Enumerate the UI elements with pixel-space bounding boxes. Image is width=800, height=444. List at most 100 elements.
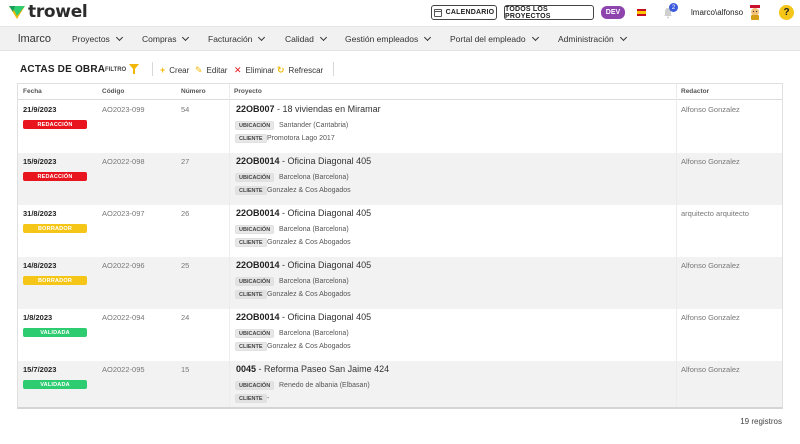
cell-proyecto-title: 22OB0014 - Oficina Diagonal 405 — [236, 208, 371, 218]
project-name: - Oficina Diagonal 405 — [279, 260, 372, 270]
table-row[interactable]: 15/9/2023 REDACCIÓN AO2022-098 27 22OB0014 -… — [18, 153, 782, 205]
table-row[interactable]: 21/9/2023 REDACCIÓN AO2023-099 54 22OB007 - … — [18, 101, 782, 153]
all-projects-button[interactable]: TODOS LOS PROYECTOS — [504, 5, 594, 20]
page-title: ACTAS DE OBRA — [20, 64, 106, 75]
toolbar-divider — [333, 62, 334, 76]
header-codigo[interactable]: Código — [102, 88, 124, 95]
cell-proyecto-title: 22OB0014 - Oficina Diagonal 405 — [236, 260, 371, 270]
nav-label: Proyectos — [72, 34, 110, 44]
ubicacion-tag: UBICACIÓN — [235, 329, 275, 338]
filter-label[interactable]: FILTRO — [105, 67, 126, 73]
table-header: Fecha Código Número Proyecto Redactor — [18, 84, 782, 100]
nav-label: Gestión empleados — [345, 34, 419, 44]
ubicacion-value: Barcelona (Barcelona) — [279, 226, 349, 233]
status-badge: VALIDADA — [23, 380, 87, 389]
cliente-tag: CLIENTE — [235, 186, 267, 195]
cell-fecha: 15/7/2023 — [23, 365, 57, 374]
create-button[interactable]: + Crear — [160, 65, 189, 75]
nav-brand[interactable]: lmarco — [18, 33, 51, 45]
refresh-icon: ↻ — [277, 65, 285, 75]
cliente-value: Gonzalez & Cos Abogados — [267, 291, 351, 298]
env-badge: DEV — [601, 6, 625, 19]
refresh-button[interactable]: ↻ Refrescar — [277, 65, 323, 76]
nav-item-calidad[interactable]: Calidad — [285, 33, 327, 44]
project-name: - Oficina Diagonal 405 — [279, 156, 372, 166]
status-badge: REDACCIÓN — [23, 172, 87, 181]
refresh-label: Refrescar — [288, 66, 324, 75]
cliente-value: Promotora Lago 2017 — [267, 135, 335, 142]
avatar[interactable] — [748, 4, 762, 21]
ubicacion-tag: UBICACIÓN — [235, 121, 275, 130]
table-row[interactable]: 1/8/2023 VALIDADA AO2022-094 24 22OB0014 - O… — [18, 309, 782, 361]
header-fecha[interactable]: Fecha — [23, 88, 42, 95]
top-bar: trowel CALENDARIO TODOS LOS PROYECTOS DE… — [0, 0, 800, 26]
actas-table: Fecha Código Número Proyecto Redactor 21… — [17, 83, 783, 409]
cell-redactor: arquitecto arquitecto — [681, 209, 749, 218]
edit-button[interactable]: ✎ Editar — [195, 65, 227, 76]
nav-item-administracion[interactable]: Administración — [558, 33, 627, 44]
cliente-tag: CLIENTE — [235, 290, 267, 299]
header-proyecto[interactable]: Proyecto — [234, 88, 262, 95]
cell-codigo: AO2023-097 — [102, 209, 145, 218]
cliente-value: Gonzalez & Cos Abogados — [267, 239, 351, 246]
table-row[interactable]: 14/8/2023 BORRADOR AO2022-096 25 22OB0014 - … — [18, 257, 782, 309]
nav-item-compras[interactable]: Compras — [142, 33, 190, 44]
ubicacion-value: Santander (Cantabria) — [279, 122, 349, 129]
table-row[interactable]: 15/7/2023 VALIDADA AO2022-095 15 0045 - Refo… — [18, 361, 782, 407]
project-name: - 18 viviendas en Miramar — [274, 104, 381, 114]
nav-item-gestion-empleados[interactable]: Gestión empleados — [345, 33, 432, 44]
nav-item-proyectos[interactable]: Proyectos — [72, 33, 123, 44]
nav-label: Facturación — [208, 34, 253, 44]
username[interactable]: lmarco\alfonso — [691, 8, 743, 17]
cell-proyecto-title: 0045 - Reforma Paseo San Jaime 424 — [236, 364, 389, 374]
filter-icon[interactable] — [129, 64, 139, 74]
nav-label: Calidad — [285, 34, 314, 44]
cell-fecha: 31/8/2023 — [23, 209, 57, 218]
table-row[interactable]: 31/8/2023 BORRADOR AO2023-097 26 22OB0014 - … — [18, 205, 782, 257]
cliente-tag: CLIENTE — [235, 238, 267, 247]
cell-fecha: 1/8/2023 — [23, 313, 53, 322]
project-code: 22OB0014 — [236, 260, 280, 270]
project-code: 22OB0014 — [236, 312, 280, 322]
chevron-down-icon — [258, 33, 266, 42]
chevron-down-icon — [319, 33, 327, 42]
project-name: - Oficina Diagonal 405 — [279, 208, 372, 218]
header-numero[interactable]: Número — [181, 88, 206, 95]
status-badge: BORRADOR — [23, 276, 87, 285]
cell-proyecto-title: 22OB0014 - Oficina Diagonal 405 — [236, 156, 371, 166]
ubicacion-tag: UBICACIÓN — [235, 225, 275, 234]
cell-redactor: Alfonso Gonzalez — [681, 313, 740, 322]
cell-numero: 25 — [181, 261, 190, 270]
calendar-label: CALENDARIO — [445, 9, 495, 16]
logo-text: trowel — [28, 2, 88, 22]
cliente-value: Gonzalez & Cos Abogados — [267, 343, 351, 350]
delete-button[interactable]: ✕ Eliminar — [234, 65, 274, 76]
notification-count-badge: 2 — [669, 3, 678, 12]
record-count: 19 registros — [740, 417, 782, 426]
calendar-button[interactable]: CALENDARIO — [431, 5, 497, 20]
cliente-tag: CLIENTE — [235, 134, 267, 143]
cell-numero: 24 — [181, 313, 190, 322]
ubicacion-value: Barcelona (Barcelona) — [279, 278, 349, 285]
nav-label: Compras — [142, 34, 177, 44]
header-redactor[interactable]: Redactor — [681, 88, 709, 95]
cell-numero: 26 — [181, 209, 190, 218]
cell-codigo: AO2022-098 — [102, 157, 145, 166]
help-button[interactable]: ? — [779, 5, 794, 20]
cell-redactor: Alfonso Gonzalez — [681, 365, 740, 374]
all-projects-label: TODOS LOS PROYECTOS — [505, 5, 551, 20]
logo[interactable]: trowel — [8, 2, 88, 22]
cell-codigo: AO2022-096 — [102, 261, 145, 270]
cliente-tag: CLIENTE — [235, 394, 267, 403]
project-name: - Oficina Diagonal 405 — [279, 312, 372, 322]
spain-flag-icon[interactable] — [637, 9, 646, 16]
nav-item-portal-empleado[interactable]: Portal del empleado — [450, 33, 539, 44]
cliente-tag: CLIENTE — [235, 342, 267, 351]
nav-label: Administración — [558, 34, 614, 44]
ubicacion-tag: UBICACIÓN — [235, 173, 275, 182]
cell-numero: 27 — [181, 157, 190, 166]
ubicacion-tag: UBICACIÓN — [235, 381, 275, 390]
project-code: 22OB0014 — [236, 208, 280, 218]
nav-item-facturacion[interactable]: Facturación — [208, 33, 266, 44]
cell-redactor: Alfonso Gonzalez — [681, 157, 740, 166]
